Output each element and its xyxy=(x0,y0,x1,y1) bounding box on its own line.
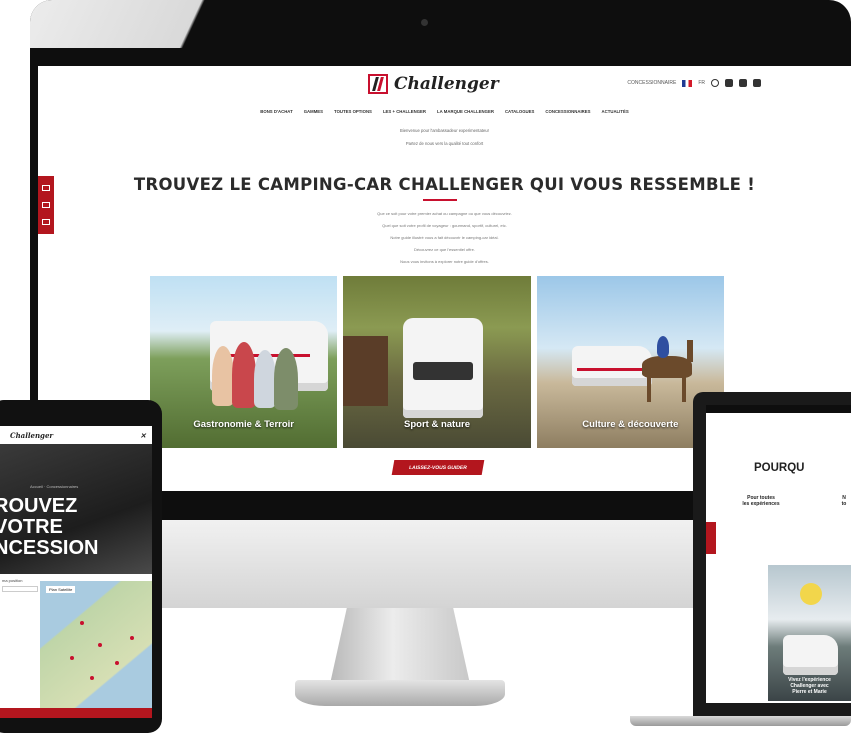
facebook-icon[interactable] xyxy=(725,79,733,87)
card-label: Gastronomie & Terroir xyxy=(193,419,294,430)
imac-foot xyxy=(295,680,505,706)
laptop-frame: POURQU Pour toutes les expériences N to … xyxy=(693,392,851,718)
laptop-top-bar xyxy=(706,405,851,413)
search-panel: ma position xyxy=(0,574,40,709)
body-text: Que ce soit pour votre premier achat ou … xyxy=(377,211,512,216)
nav-item[interactable]: GAMMES xyxy=(304,109,323,114)
site-header: Challenger CONCESSIONNAIRE FR xyxy=(38,66,851,106)
body-text: Quel que soit votre profil de voyageur :… xyxy=(382,223,507,228)
nav-item[interactable]: CONCESSIONNAIRES xyxy=(545,109,590,114)
laptop-base xyxy=(630,716,851,726)
body-text: Notre guide illustré vous a fait découvr… xyxy=(390,235,499,240)
badge-icon xyxy=(800,583,822,605)
camel-leg xyxy=(646,376,651,402)
image-caption: Vivez l'expérience Challenger avec Pierr… xyxy=(788,677,831,695)
van-stripe xyxy=(576,368,647,371)
body-text: Nous vous invitons à explorer notre guid… xyxy=(400,259,489,264)
feature-column-title: N to xyxy=(841,495,847,507)
tablet-frame: Challenger ✕ Accueil · Concessionnaires … xyxy=(0,400,162,733)
hero-line: ROUVEZ xyxy=(0,495,78,517)
van-windshield xyxy=(413,362,474,380)
tablet-screen: Challenger ✕ Accueil · Concessionnaires … xyxy=(0,426,152,718)
hero-line: VOTRE xyxy=(0,516,63,538)
header-utilities: CONCESSIONNAIRE FR xyxy=(627,79,761,87)
camera-icon xyxy=(421,19,428,26)
map-pin-icon[interactable] xyxy=(90,676,94,680)
breadcrumb[interactable]: Accueil · Concessionnaires xyxy=(30,484,78,489)
intro-text: Bienvenue pour l'ambassadeur experimenta… xyxy=(399,128,490,133)
imac-glare xyxy=(30,0,320,48)
hero-line: NCESSION xyxy=(0,537,99,559)
person-image xyxy=(274,348,298,410)
map-pin-icon[interactable] xyxy=(130,636,134,640)
guide-button[interactable]: LAISSEZ-VOUS GUIDER xyxy=(391,460,485,475)
card-sport-nature[interactable]: Sport & nature xyxy=(343,276,531,448)
brand-name: Challenger xyxy=(394,74,499,94)
person-image xyxy=(254,350,276,408)
experience-image[interactable]: Vivez l'expérience Challenger avec Pierr… xyxy=(768,565,851,701)
page-title: TROUVEZ LE CAMPING-CAR CHALLENGER QUI VO… xyxy=(133,175,756,194)
nav-item[interactable]: LA MARQUE CHALLENGER xyxy=(437,109,494,114)
map-pin-icon[interactable] xyxy=(98,643,102,647)
chalet-image xyxy=(343,336,389,406)
map-type-toggle[interactable]: Plan Satellite xyxy=(46,586,76,593)
side-quick-tabs[interactable] xyxy=(706,522,716,554)
feature-column-title: Pour toutes les expériences xyxy=(742,495,780,507)
nav-item[interactable]: BONS D'ACHAT xyxy=(260,109,292,114)
close-icon[interactable]: ✕ xyxy=(140,431,146,440)
imac-stand xyxy=(330,608,470,684)
title-underline xyxy=(423,199,457,201)
person-image xyxy=(212,346,234,406)
tablet-hero-title: ROUVEZ VOTRE NCESSION xyxy=(0,496,98,559)
logo-mark-icon xyxy=(368,74,388,94)
camping-car-image xyxy=(783,635,838,675)
map-pin-icon[interactable] xyxy=(80,621,84,625)
dealer-map[interactable] xyxy=(40,581,152,709)
flag-fr-icon[interactable] xyxy=(682,79,693,87)
tablet-hero: Accueil · Concessionnaires ROUVEZ VOTRE … xyxy=(0,444,152,574)
map-pin-icon[interactable] xyxy=(70,656,74,660)
youtube-icon[interactable] xyxy=(753,79,761,87)
tablet-brand[interactable]: Challenger xyxy=(10,431,53,440)
tablet-header: Challenger ✕ xyxy=(0,426,152,444)
quick-tab-icon[interactable] xyxy=(42,201,50,208)
tablet-bottom-bar[interactable] xyxy=(0,708,152,718)
body-text: Découvrez ce que l'essentiel offre. xyxy=(414,247,475,252)
camel-image xyxy=(641,356,692,378)
laptop-title: POURQU xyxy=(754,462,805,474)
camel-leg xyxy=(681,376,686,402)
twitter-icon[interactable] xyxy=(739,79,747,87)
person-image xyxy=(656,336,669,358)
nav-item[interactable]: CATALOGUES xyxy=(505,109,534,114)
search-label: ma position xyxy=(2,578,23,583)
search-input[interactable] xyxy=(2,586,38,592)
card-label: Sport & nature xyxy=(404,419,470,430)
dealer-link[interactable]: CONCESSIONNAIRE xyxy=(627,80,676,86)
person-image xyxy=(232,342,256,408)
card-gastronomie[interactable]: Gastronomie & Terroir xyxy=(150,276,338,448)
map-pin-icon[interactable] xyxy=(115,661,119,665)
nav-item[interactable]: LES + CHALLENGER xyxy=(383,109,426,114)
intro-text: Partez de nous vers la qualité tout conf… xyxy=(405,141,484,146)
laptop-screen: POURQU Pour toutes les expériences N to … xyxy=(706,405,851,703)
language-label[interactable]: FR xyxy=(698,80,705,86)
nav-item[interactable]: TOUTES OPTIONS xyxy=(334,109,372,114)
brand-logo[interactable]: Challenger xyxy=(368,74,499,94)
nav-item[interactable]: ACTUALITÉS xyxy=(602,109,629,114)
camping-car-image xyxy=(571,346,652,386)
profile-cards: Gastronomie & Terroir Sport & nature Cul… xyxy=(150,276,724,448)
instagram-icon[interactable] xyxy=(711,79,719,87)
main-nav: BONS D'ACHAT GAMMES TOUTES OPTIONS LES +… xyxy=(38,109,851,114)
camel-neck xyxy=(686,340,693,362)
